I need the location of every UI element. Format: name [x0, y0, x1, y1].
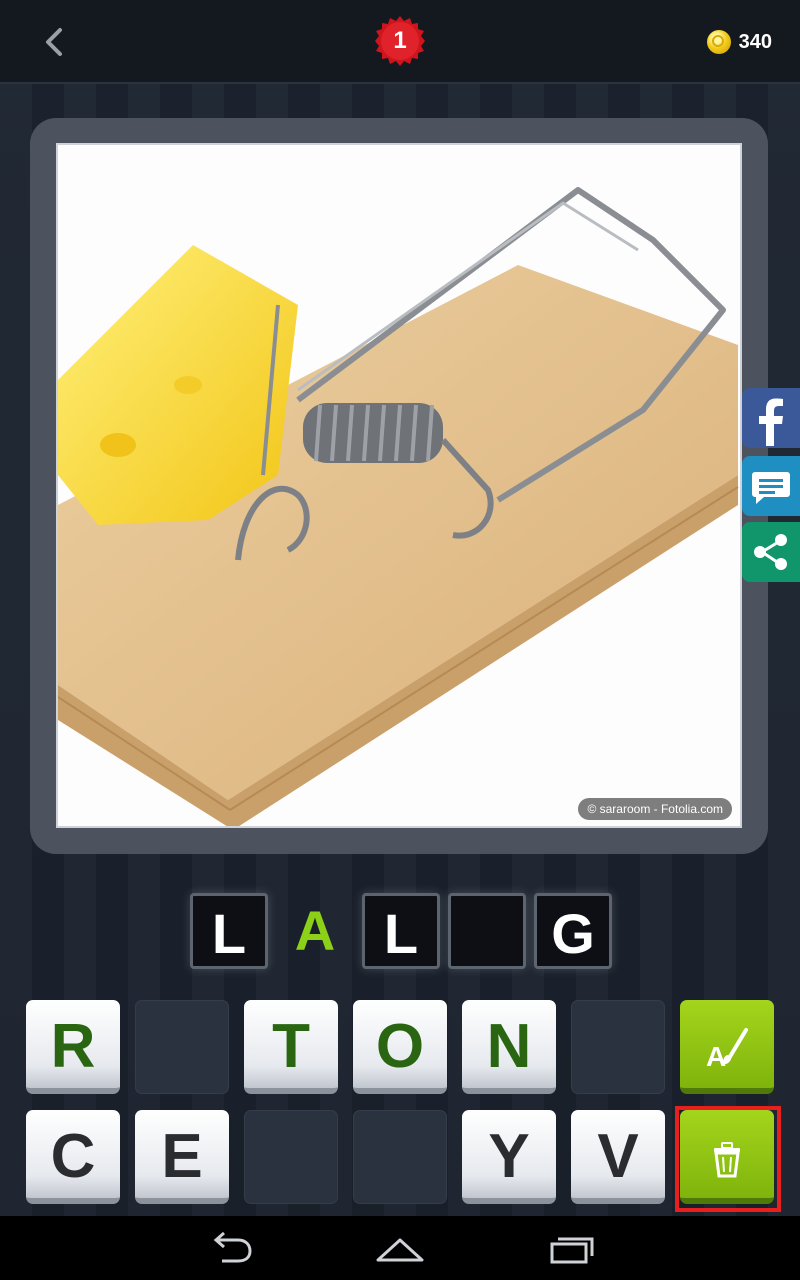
coin-count: 340: [738, 30, 772, 53]
puzzle-photo: © sararoom - Fotolia.com: [56, 143, 742, 828]
top-bar: 1 340: [0, 0, 800, 84]
letter-tile-n[interactable]: N: [462, 1000, 556, 1094]
recent-apps-icon[interactable]: [548, 1230, 596, 1266]
share-button[interactable]: [742, 522, 800, 582]
coin-balance: 340: [706, 28, 772, 56]
letter-tile-r[interactable]: R: [26, 1000, 120, 1094]
svg-text:A: A: [706, 1041, 726, 1072]
share-icon: [754, 534, 787, 570]
answer-slot-3[interactable]: L: [362, 893, 440, 969]
reveal-letter-hint-button[interactable]: A: [680, 1000, 774, 1094]
answer-slot-1[interactable]: L: [190, 893, 268, 969]
facebook-share-button[interactable]: [742, 388, 800, 448]
letter-tile-c[interactable]: C: [26, 1110, 120, 1204]
facebook-icon: [759, 398, 783, 446]
answer-slot-5[interactable]: G: [534, 893, 612, 969]
letter-tile-t[interactable]: T: [244, 1000, 338, 1094]
empty-tile: [135, 1000, 229, 1094]
answer-slot-4[interactable]: [448, 893, 526, 969]
reveal-letter-brush-icon: A: [706, 1028, 748, 1072]
letter-tile-v[interactable]: V: [571, 1110, 665, 1204]
photo-credit: © sararoom - Fotolia.com: [578, 798, 732, 820]
letter-tile-y[interactable]: Y: [462, 1110, 556, 1204]
level-badge: 1: [373, 14, 427, 68]
chat-bubble-icon: [752, 472, 790, 504]
coin-icon: [706, 30, 731, 54]
android-nav-bar: [0, 1216, 800, 1280]
letter-tile-o[interactable]: O: [353, 1000, 447, 1094]
empty-tile: [244, 1110, 338, 1204]
back-chevron-icon[interactable]: [36, 22, 76, 62]
empty-tile: [571, 1000, 665, 1094]
mousetrap-illustration: [58, 187, 739, 826]
message-share-button[interactable]: [742, 456, 800, 516]
home-icon[interactable]: [374, 1230, 426, 1266]
answer-slot-2[interactable]: A: [276, 893, 354, 969]
back-arrow-icon[interactable]: [206, 1230, 254, 1266]
level-number: 1: [393, 27, 407, 54]
empty-tile: [353, 1110, 447, 1204]
letter-tile-e[interactable]: E: [135, 1110, 229, 1204]
selection-highlight: [675, 1106, 781, 1212]
